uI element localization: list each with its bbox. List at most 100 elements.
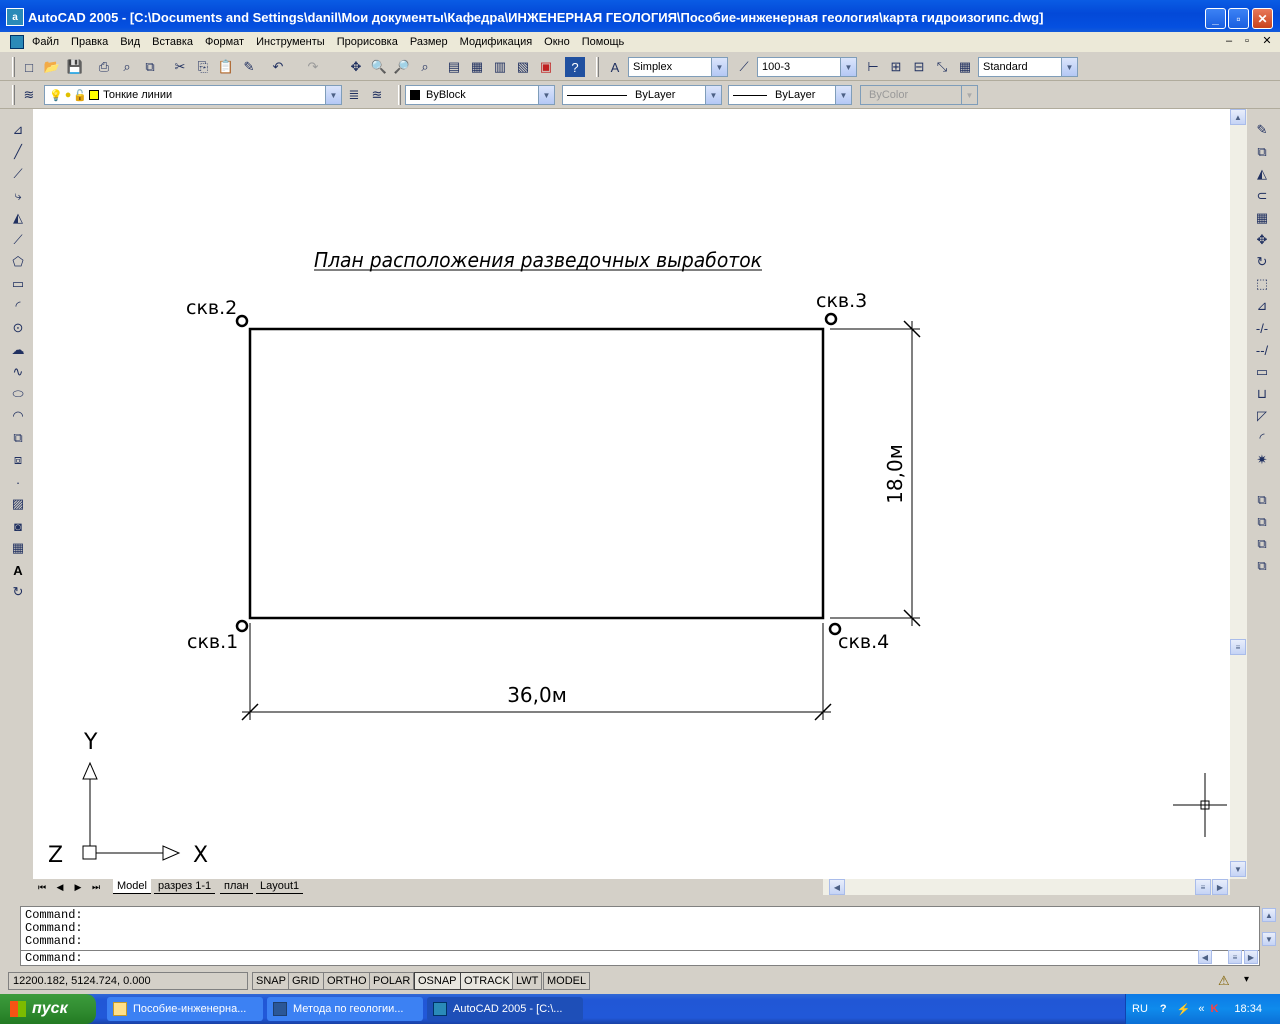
region-icon[interactable]: ◙ <box>8 516 28 536</box>
explode-icon[interactable]: ✷ <box>1252 450 1272 470</box>
zoom-previous-icon[interactable]: ⌕ <box>415 57 435 77</box>
grid-toggle[interactable]: GRID <box>288 972 324 990</box>
scroll-left-button[interactable]: ◀ <box>1198 950 1212 964</box>
toolbar-grip[interactable] <box>398 85 401 105</box>
chevron-down-icon[interactable]: ▼ <box>711 58 727 76</box>
baseline-dim-icon[interactable]: ⊞ <box>886 57 906 77</box>
menu-dimension[interactable]: Размер <box>404 36 454 48</box>
tab-last-icon[interactable]: ⏭ <box>89 880 103 894</box>
scroll-down-button[interactable]: ▼ <box>1262 932 1276 946</box>
chevron-down-icon[interactable]: ▼ <box>835 86 851 104</box>
multiline-text-icon[interactable]: A <box>8 560 28 580</box>
toolbar-grip[interactable] <box>12 85 15 105</box>
make-object-layer-current-icon[interactable]: ≣ <box>344 85 364 105</box>
undo-icon[interactable]: ↶ <box>268 57 288 77</box>
table-style-icon[interactable]: ▦ <box>955 57 975 77</box>
spline-icon[interactable]: ∿ <box>8 362 28 382</box>
plot-preview-icon[interactable]: ⌕ <box>117 57 137 77</box>
new-file-icon[interactable]: □ <box>19 57 39 77</box>
hatch-icon[interactable]: ▨ <box>8 494 28 514</box>
text-style-icon[interactable]: A <box>605 57 625 77</box>
lineweight-select[interactable]: ByLayer ▼ <box>728 85 852 105</box>
design-center-icon[interactable]: ▦ <box>467 57 487 77</box>
doc-minimize-button[interactable]: – <box>1222 34 1236 48</box>
network-icon[interactable]: ⚡ <box>1177 1003 1191 1016</box>
tool-palettes-icon[interactable]: ▥ <box>490 57 510 77</box>
layer-manager-icon[interactable]: ≋ <box>19 85 39 105</box>
selection-icon[interactable]: ⊿ <box>8 120 28 140</box>
menu-tools[interactable]: Инструменты <box>250 36 331 48</box>
menu-view[interactable]: Вид <box>114 36 146 48</box>
well-marker[interactable] <box>235 314 249 328</box>
print-icon[interactable]: ⎙ <box>94 57 114 77</box>
doc-close-button[interactable]: ✕ <box>1260 34 1274 48</box>
paste-icon[interactable]: 📋 <box>216 57 236 77</box>
ellipse-icon[interactable]: ⬭ <box>8 384 28 404</box>
tab-plan[interactable]: план <box>220 879 253 894</box>
polyline-icon[interactable]: ⤷ <box>8 186 28 206</box>
stretch-icon[interactable]: ⊿ <box>1252 296 1272 316</box>
vertical-scrollbar[interactable]: ▲ ≡ ▼ <box>1230 109 1247 879</box>
break-icon[interactable]: ⊔ <box>1252 384 1272 404</box>
ellipse-arc-icon[interactable]: ◠ <box>8 406 28 426</box>
status-menu-icon[interactable]: ▾ <box>1244 974 1249 985</box>
rotate-icon[interactable]: ↻ <box>1252 252 1272 272</box>
aligned-dim-icon[interactable]: ⤡ <box>932 57 952 77</box>
menu-format[interactable]: Формат <box>199 36 250 48</box>
comm-center-icon[interactable]: ⚠ <box>1218 973 1230 989</box>
lwt-toggle[interactable]: LWT <box>512 972 543 990</box>
copy-object-icon[interactable]: ⧉ <box>1252 142 1272 162</box>
line-icon[interactable]: ╱ <box>8 142 28 162</box>
coordinates-readout[interactable]: 12200.182, 5124.724, 0.000 <box>8 972 248 990</box>
sheet-set-icon[interactable]: ▧ <box>513 57 533 77</box>
clock[interactable]: 18:34 <box>1234 1003 1262 1015</box>
help-icon[interactable]: ? <box>565 57 585 77</box>
menu-help[interactable]: Помощь <box>576 36 631 48</box>
maximize-button[interactable]: ▫ <box>1228 8 1249 29</box>
point-icon[interactable]: · <box>8 472 28 492</box>
pan-icon[interactable]: ✥ <box>346 57 366 77</box>
redo-icon[interactable]: ↷ <box>303 57 323 77</box>
site-rectangle[interactable] <box>248 327 825 620</box>
chevron-down-icon[interactable]: ▼ <box>325 86 341 104</box>
continue-dim-icon[interactable]: ⊟ <box>909 57 929 77</box>
autocad-app-icon[interactable]: a <box>6 8 24 26</box>
ortho-toggle[interactable]: ORTHO <box>323 972 371 990</box>
polygon-icon[interactable]: ⬠ <box>8 252 28 272</box>
task-word[interactable]: Метода по геологии... <box>267 997 423 1021</box>
offset-icon[interactable]: ⊂ <box>1252 186 1272 206</box>
command-prompt[interactable]: Command: <box>25 952 83 965</box>
menu-file[interactable]: Файл <box>26 36 65 48</box>
minimize-button[interactable]: _ <box>1205 8 1226 29</box>
scroll-thumb[interactable]: ≡ <box>1230 639 1246 655</box>
chevron-down-icon[interactable]: ▼ <box>705 86 721 104</box>
zoom-window-icon[interactable]: 🔎 <box>392 57 412 77</box>
scroll-up-button[interactable]: ▲ <box>1230 109 1246 125</box>
erase-icon[interactable]: ✎ <box>1252 120 1272 140</box>
document-icon[interactable] <box>10 35 24 49</box>
menu-window[interactable]: Окно <box>538 36 576 48</box>
chevron-down-icon[interactable]: ▼ <box>538 86 554 104</box>
otrack-toggle[interactable]: OTRACK <box>460 972 514 990</box>
chevron-down-icon[interactable]: ▼ <box>1061 58 1077 76</box>
task-autocad[interactable]: AutoCAD 2005 - [C:\... <box>427 997 583 1021</box>
snap-toggle[interactable]: SNAP <box>252 972 290 990</box>
tab-model[interactable]: Model <box>113 879 151 894</box>
language-indicator[interactable]: RU <box>1132 1003 1148 1015</box>
command-window[interactable]: Command: Command: Command: Command: ◀ ≡ … <box>20 906 1260 966</box>
match-properties-icon[interactable]: ✎ <box>239 57 259 77</box>
zoom-realtime-icon[interactable]: 🔍 <box>369 57 389 77</box>
draworder-under-icon[interactable]: ⧉ <box>1252 556 1272 576</box>
publish-icon[interactable]: ⧉ <box>140 57 160 77</box>
move-icon[interactable]: ✥ <box>1252 230 1272 250</box>
arc-icon[interactable]: ◜ <box>8 296 28 316</box>
dim-style-icon[interactable]: ⟋ <box>734 57 754 77</box>
doc-restore-button[interactable]: ▫ <box>1240 34 1254 48</box>
mirror-icon[interactable]: ◭ <box>8 208 28 228</box>
menu-modify[interactable]: Модификация <box>454 36 539 48</box>
horizontal-scrollbar[interactable]: ◀ ≡ ▶ <box>823 879 1230 895</box>
menu-draw[interactable]: Прорисовка <box>331 36 404 48</box>
draworder-above-icon[interactable]: ⧉ <box>1252 534 1272 554</box>
expand-tray-icon[interactable]: « <box>1198 1003 1204 1015</box>
draworder-front-icon[interactable]: ⧉ <box>1252 490 1272 510</box>
